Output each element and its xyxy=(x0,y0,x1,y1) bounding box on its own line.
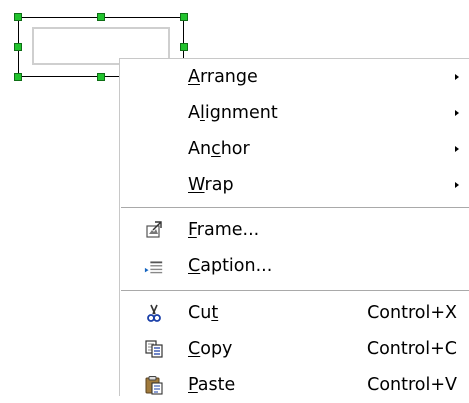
menu-item-label: Copy xyxy=(188,339,233,359)
menu-item-cut[interactable]: Cut Control+X xyxy=(120,295,469,331)
menu-item-alignment[interactable]: Alignment xyxy=(120,95,469,131)
frame-properties-icon xyxy=(144,220,164,240)
caption-icon xyxy=(144,256,164,276)
menu-item-label: Alignment xyxy=(188,103,278,123)
menu-item-label: Paste xyxy=(188,375,236,395)
menu-item-shortcut: Control+C xyxy=(366,339,457,359)
menu-item-label: Wrap xyxy=(188,175,234,195)
menu-item-label: Arrange xyxy=(188,67,258,87)
resize-handle-middle-left[interactable] xyxy=(14,43,22,51)
menu-item-anchor[interactable]: Anchor xyxy=(120,131,469,167)
menu-item-label: Anchor xyxy=(188,139,250,159)
resize-handle-bottom-left[interactable] xyxy=(14,73,22,81)
menu-item-shortcut: Control+X xyxy=(367,303,457,323)
copy-icon xyxy=(144,339,164,359)
menu-item-label: Cut xyxy=(188,303,219,323)
menu-item-paste[interactable]: Paste Control+V xyxy=(120,367,469,403)
paste-icon xyxy=(144,375,164,395)
menu-item-label: Caption... xyxy=(188,256,273,276)
submenu-arrow-icon xyxy=(455,146,459,152)
resize-handle-top-center[interactable] xyxy=(97,13,105,21)
menu-separator xyxy=(121,290,469,292)
menu-item-arrange[interactable]: Arrange xyxy=(120,59,469,95)
resize-handle-middle-right[interactable] xyxy=(180,43,188,51)
menu-item-caption[interactable]: Caption... xyxy=(120,248,469,284)
menu-separator xyxy=(121,207,469,209)
resize-handle-bottom-center[interactable] xyxy=(97,73,105,81)
resize-handle-top-right[interactable] xyxy=(180,13,188,21)
submenu-arrow-icon xyxy=(455,110,459,116)
resize-handle-top-left[interactable] xyxy=(14,13,22,21)
menu-item-frame[interactable]: Frame... xyxy=(120,212,469,248)
menu-item-shortcut: Control+V xyxy=(367,375,457,395)
menu-item-wrap[interactable]: Wrap xyxy=(120,167,469,203)
context-menu: Arrange Alignment Anchor Wrap Frame... C… xyxy=(119,58,469,396)
submenu-arrow-icon xyxy=(455,182,459,188)
scissors-icon xyxy=(144,303,164,323)
menu-item-label: Frame... xyxy=(188,220,260,240)
submenu-arrow-icon xyxy=(455,74,459,80)
menu-item-copy[interactable]: Copy Control+C xyxy=(120,331,469,367)
